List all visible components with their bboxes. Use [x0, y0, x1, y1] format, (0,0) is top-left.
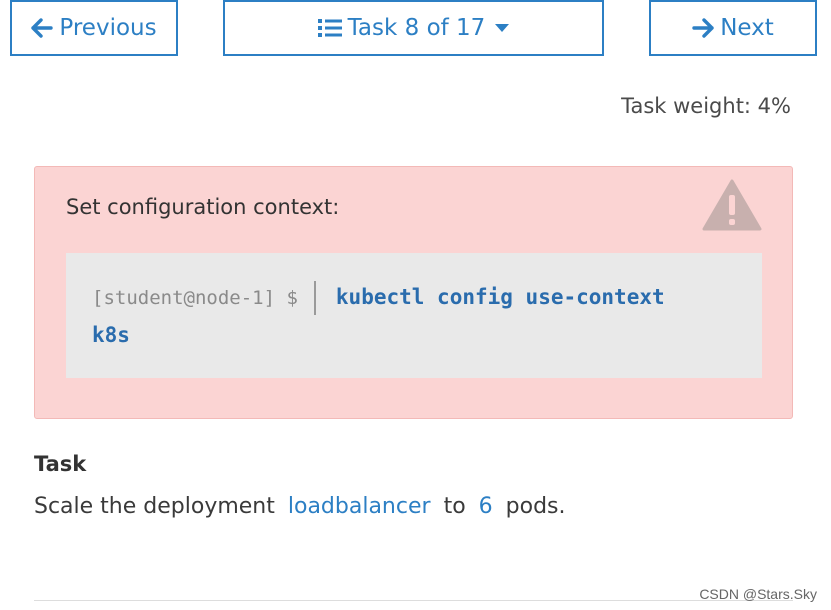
- list-icon: [317, 18, 342, 38]
- arrow-left-icon: [31, 18, 54, 38]
- task-desc-prefix: Scale the deployment: [34, 494, 275, 519]
- arrow-right-icon: [692, 18, 714, 38]
- caret-down-icon: [495, 23, 510, 33]
- task-description: Scale the deployment loadbalancer to 6 p…: [34, 494, 566, 519]
- watermark: CSDN @Stars.Sky: [699, 586, 817, 602]
- task-desc-suffix: pods.: [505, 494, 566, 519]
- task-desc-mid: to: [443, 494, 466, 519]
- task-weight: Task weight: 4%: [621, 94, 791, 118]
- shell-prompt: [student@node-1] $: [92, 287, 298, 309]
- deployment-name[interactable]: loadbalancer: [288, 494, 431, 519]
- warning-triangle-icon: [702, 179, 762, 231]
- task-selector-button[interactable]: Task 8 of 17: [223, 0, 604, 56]
- task-heading: Task: [34, 452, 87, 476]
- section-divider: [34, 600, 793, 601]
- context-title: Set configuration context:: [66, 195, 340, 219]
- context-command-box: [student@node-1] $ kubectl config use-con…: [66, 253, 762, 378]
- context-command-continuation[interactable]: k8s: [92, 323, 130, 347]
- prompt-separator: [313, 281, 316, 315]
- next-button[interactable]: Next: [649, 0, 817, 56]
- context-command[interactable]: kubectl config use-context: [336, 285, 665, 309]
- next-label: Next: [720, 15, 774, 41]
- context-alert: Set configuration context: [student@node…: [34, 166, 793, 419]
- task-selector-label: Task 8 of 17: [347, 15, 486, 41]
- previous-label: Previous: [59, 15, 157, 41]
- previous-button[interactable]: Previous: [10, 0, 178, 56]
- replica-count[interactable]: 6: [479, 494, 493, 519]
